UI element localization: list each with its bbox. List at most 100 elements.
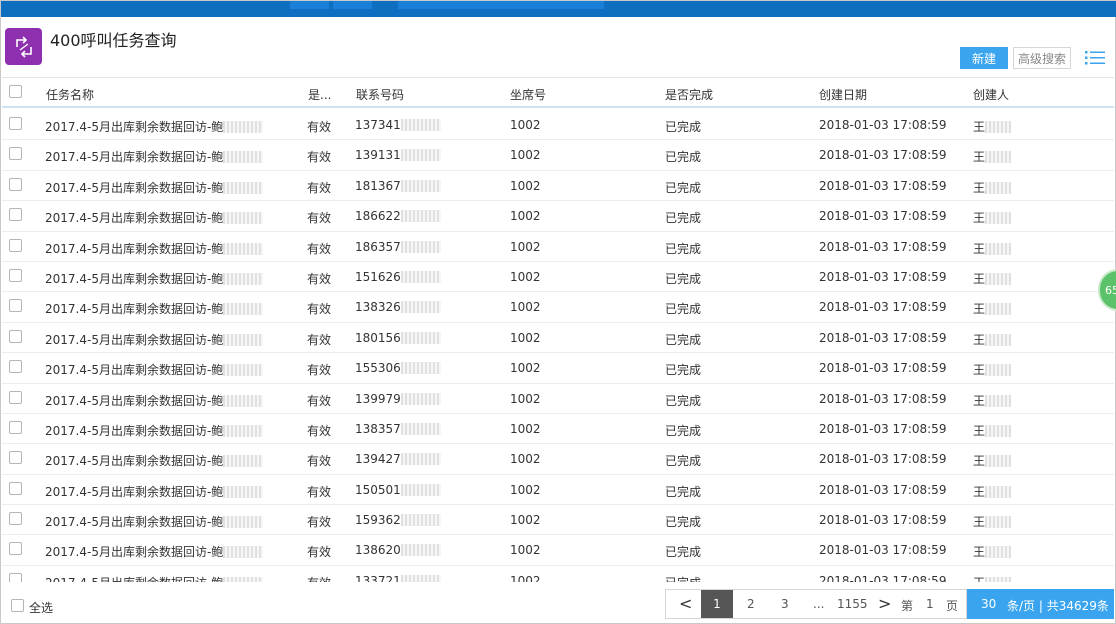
goto-page-input[interactable]: 1 [926, 597, 934, 611]
valid-cell: 有效 [307, 361, 331, 378]
task-name-cell: 2017.4-5月出库剩余数据回访-鲍 [45, 452, 264, 469]
creator-cell: 王 [973, 331, 1012, 348]
goto-prefix: 第 [901, 599, 914, 613]
redacted-mask [223, 121, 264, 133]
valid-cell: 有效 [307, 331, 331, 348]
phone-cell: 133721 [355, 574, 441, 582]
row-checkbox[interactable] [9, 451, 22, 465]
done-cell: 已完成 [665, 392, 701, 409]
row-checkbox[interactable] [9, 542, 22, 556]
row-checkbox[interactable] [9, 208, 22, 222]
creator-cell-text: 王 [973, 180, 986, 195]
column-header-phone[interactable]: 联系号码 [356, 86, 404, 103]
redacted-mask [400, 210, 441, 223]
row-checkbox[interactable] [9, 238, 22, 252]
advanced-search-button[interactable]: 高级搜索 [1013, 47, 1071, 69]
row-checkbox[interactable] [9, 420, 22, 434]
task-name-cell-text: 2017.4-5月出库剩余数据回访-鲍 [45, 150, 224, 165]
page-button-2[interactable]: 2 [747, 597, 755, 611]
phone-cell-text: 186357 [355, 239, 401, 254]
next-page-button[interactable]: > [878, 594, 891, 613]
new-button[interactable]: 新建 [960, 47, 1008, 69]
row-checkbox[interactable] [9, 147, 22, 161]
prev-page-button[interactable]: < [679, 594, 692, 613]
row-checkbox[interactable] [9, 177, 22, 191]
task-name-cell: 2017.4-5月出库剩余数据回访-鲍 [45, 483, 264, 500]
table-row[interactable]: 2017.4-5月出库剩余数据回访-鲍 有效 138357 1002 已完成 2018-0… [2, 414, 1114, 445]
table-row[interactable]: 2017.4-5月出库剩余数据回访-鲍 有效 133721 1002 已完成 2018-0… [2, 566, 1114, 582]
column-header-task-name[interactable]: 任务名称 [46, 86, 94, 103]
valid-cell-text: 有效 [307, 454, 332, 469]
row-checkbox[interactable] [9, 390, 22, 404]
column-header-valid[interactable]: 是... [308, 86, 331, 103]
table-body: 2017.4-5月出库剩余数据回访-鲍 有效 137341 1002 已完成 2018-0… [2, 110, 1114, 582]
task-name-cell-text: 2017.4-5月出库剩余数据回访-鲍 [45, 423, 224, 438]
phone-cell-text: 150501 [355, 482, 401, 497]
creator-cell: 王 [973, 513, 1012, 530]
date-cell-text: 2018-01-03 17:08:59 [819, 300, 947, 315]
phone-cell-text: 139427 [355, 452, 401, 467]
top-nav-tab[interactable] [333, 1, 372, 9]
table-row[interactable]: 2017.4-5月出库剩余数据回访-鲍 有效 139131 1002 已完成 2018-0… [2, 140, 1114, 171]
page-button-last[interactable]: 1155 [837, 597, 868, 611]
phone-cell: 137341 [355, 118, 441, 132]
redacted-mask [223, 181, 264, 194]
sync-arrows-icon [15, 35, 32, 58]
row-checkbox[interactable] [9, 360, 22, 374]
creator-cell-text: 王 [973, 484, 986, 499]
column-header-creator[interactable]: 创建人 [973, 86, 1009, 103]
table-row[interactable]: 2017.4-5月出库剩余数据回访-鲍 有效 138326 1002 已完成 2018-0… [2, 292, 1114, 323]
task-name-cell: 2017.4-5月出库剩余数据回访-鲍 [45, 270, 264, 287]
redacted-mask [223, 576, 264, 582]
page-size-selector[interactable]: 30 条/页 | 共34629条 [967, 589, 1114, 619]
list-view-icon[interactable] [1085, 50, 1105, 66]
redacted-mask [985, 516, 1012, 529]
date-cell-text: 2018-01-03 17:08:59 [819, 118, 947, 132]
select-all-checkbox[interactable] [11, 599, 24, 612]
column-header-date[interactable]: 创建日期 [819, 86, 867, 103]
phone-cell-text: 133721 [355, 573, 401, 582]
row-checkbox[interactable] [9, 268, 22, 282]
column-header-seat[interactable]: 坐席号 [510, 86, 546, 103]
creator-cell: 王 [973, 574, 1012, 582]
table-row[interactable]: 2017.4-5月出库剩余数据回访-鲍 有效 155306 1002 已完成 2018-0… [2, 353, 1114, 384]
table-row[interactable]: 2017.4-5月出库剩余数据回访-鲍 有效 180156 1002 已完成 2018-0… [2, 323, 1114, 354]
page-button-3[interactable]: 3 [781, 597, 789, 611]
phone-cell: 150501 [355, 483, 441, 497]
creator-cell-text: 王 [973, 241, 986, 256]
table-row[interactable]: 2017.4-5月出库剩余数据回访-鲍 有效 139979 1002 已完成 2018-0… [2, 384, 1114, 414]
redacted-mask [400, 362, 441, 375]
table-row[interactable]: 2017.4-5月出库剩余数据回访-鲍 有效 181367 1002 已完成 2018-0… [2, 171, 1114, 202]
table-row[interactable]: 2017.4-5月出库剩余数据回访-鲍 有效 137341 1002 已完成 2018-0… [2, 110, 1114, 141]
table-row[interactable]: 2017.4-5月出库剩余数据回访-鲍 有效 186357 1002 已完成 2018-0… [2, 232, 1114, 262]
column-header-done[interactable]: 是否完成 [665, 86, 713, 103]
top-nav-tab[interactable] [290, 1, 329, 9]
done-cell-text: 已完成 [665, 332, 702, 347]
table-row[interactable]: 2017.4-5月出库剩余数据回访-鲍 有效 151626 1002 已完成 2018-0… [2, 262, 1114, 293]
page-button-1[interactable]: 1 [701, 590, 733, 618]
date-cell-text: 2018-01-03 17:08:59 [819, 391, 947, 406]
seat-cell-text: 1002 [510, 452, 541, 467]
task-name-cell-text: 2017.4-5月出库剩余数据回访-鲍 [45, 545, 224, 560]
row-checkbox[interactable] [9, 512, 22, 526]
task-name-cell-text: 2017.4-5月出库剩余数据回访-鲍 [45, 180, 224, 195]
row-checkbox[interactable] [9, 299, 22, 313]
table-row[interactable]: 2017.4-5月出库剩余数据回访-鲍 有效 159362 1002 已完成 2018-0… [2, 505, 1114, 536]
top-nav-tab[interactable] [398, 1, 604, 9]
table-row[interactable]: 2017.4-5月出库剩余数据回访-鲍 有效 150501 1002 已完成 2018-0… [2, 475, 1114, 506]
row-checkbox[interactable] [9, 329, 22, 343]
header-checkbox[interactable] [9, 85, 22, 98]
row-checkbox[interactable] [9, 481, 22, 495]
row-checkbox[interactable] [9, 572, 22, 582]
redacted-mask [400, 514, 441, 527]
table-row[interactable]: 2017.4-5月出库剩余数据回访-鲍 有效 186622 1002 已完成 2018-0… [2, 201, 1114, 232]
redacted-mask [400, 301, 441, 314]
done-cell-text: 已完成 [665, 576, 701, 582]
valid-cell: 有效 [307, 300, 331, 317]
page-size-value[interactable]: 30 [981, 597, 996, 611]
date-cell: 2018-01-03 17:08:59 [819, 452, 946, 466]
task-name-cell-text: 2017.4-5月出库剩余数据回访-鲍 [45, 241, 224, 256]
row-checkbox[interactable] [9, 117, 22, 130]
table-row[interactable]: 2017.4-5月出库剩余数据回访-鲍 有效 138620 1002 已完成 2018-0… [2, 535, 1114, 566]
table-row[interactable]: 2017.4-5月出库剩余数据回访-鲍 有效 139427 1002 已完成 2018-0… [2, 444, 1114, 475]
